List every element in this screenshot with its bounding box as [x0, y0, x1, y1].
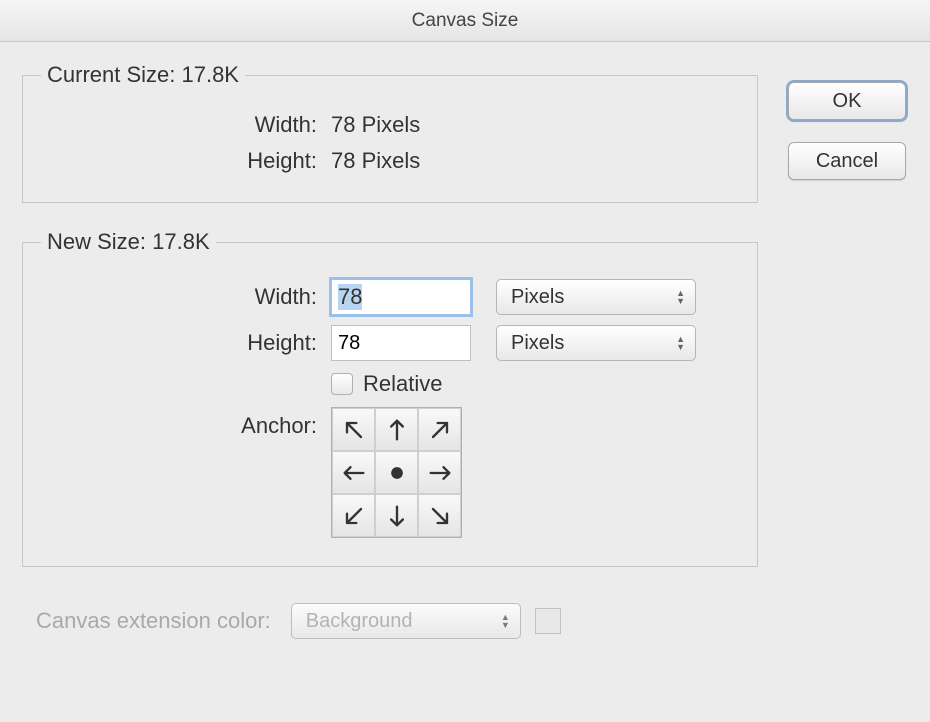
anchor-grid: [331, 407, 462, 538]
cancel-button[interactable]: Cancel: [788, 142, 906, 180]
dialog-title: Canvas Size: [0, 0, 930, 42]
current-height-label: Height:: [41, 148, 331, 174]
anchor-label: Anchor:: [41, 407, 331, 439]
current-height-value: 78 Pixels: [331, 148, 420, 174]
new-width-unit-value: Pixels: [511, 286, 564, 309]
anchor-center[interactable]: [375, 451, 418, 494]
new-height-unit-select[interactable]: Pixels ▲▼: [496, 325, 696, 361]
current-width-value: 78 Pixels: [331, 112, 420, 138]
updown-icon: ▲▼: [501, 613, 510, 629]
new-height-unit-value: Pixels: [511, 332, 564, 355]
new-height-input[interactable]: [331, 325, 471, 361]
current-size-group: Current Size: 17.8K Width: 78 Pixels Hei…: [22, 62, 758, 203]
relative-checkbox[interactable]: [331, 373, 353, 395]
anchor-s[interactable]: [375, 494, 418, 537]
current-width-label: Width:: [41, 112, 331, 138]
extension-color-swatch: [535, 608, 561, 634]
extension-color-select: Background ▲▼: [291, 603, 521, 639]
anchor-ne[interactable]: [418, 408, 461, 451]
ok-button[interactable]: OK: [788, 82, 906, 120]
anchor-sw[interactable]: [332, 494, 375, 537]
extension-color-label: Canvas extension color:: [36, 608, 271, 634]
updown-icon: ▲▼: [676, 335, 685, 351]
new-size-group: New Size: 17.8K Width: 78 Pixels ▲▼ Heig…: [22, 229, 758, 567]
anchor-n[interactable]: [375, 408, 418, 451]
updown-icon: ▲▼: [676, 289, 685, 305]
current-size-legend: Current Size: 17.8K: [41, 62, 245, 88]
extension-color-value: Background: [306, 610, 413, 633]
anchor-nw[interactable]: [332, 408, 375, 451]
anchor-se[interactable]: [418, 494, 461, 537]
new-width-unit-select[interactable]: Pixels ▲▼: [496, 279, 696, 315]
anchor-e[interactable]: [418, 451, 461, 494]
new-width-input[interactable]: 78: [331, 279, 471, 315]
new-height-label: Height:: [41, 330, 331, 356]
relative-label: Relative: [363, 371, 442, 397]
anchor-w[interactable]: [332, 451, 375, 494]
new-size-legend: New Size: 17.8K: [41, 229, 216, 255]
new-width-label: Width:: [41, 284, 331, 310]
